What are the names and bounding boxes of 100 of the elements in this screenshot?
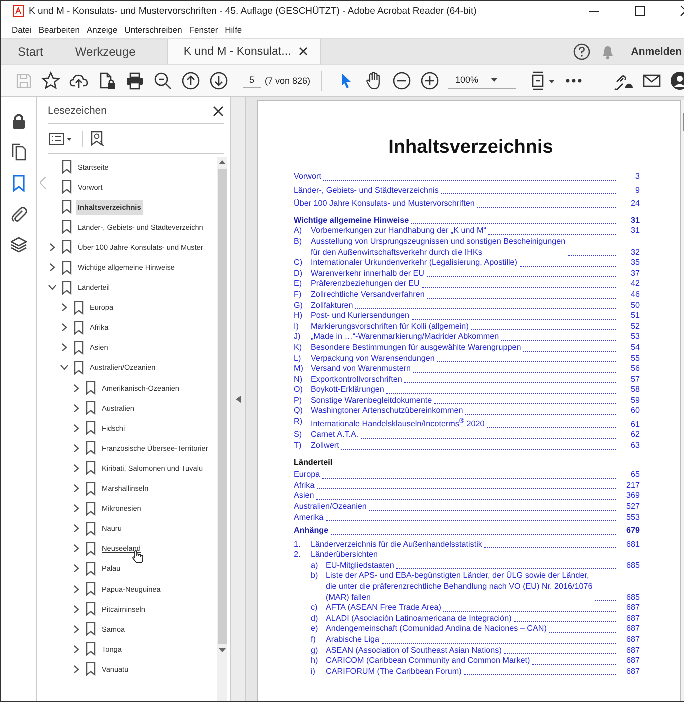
entry-label: e): [311, 624, 320, 636]
entry-label: H): [294, 311, 304, 322]
toc-link[interactable]: Länderübersichten: [311, 550, 378, 561]
page-number-field[interactable]: 5: [243, 73, 261, 88]
menu-item[interactable]: Fenster: [189, 24, 218, 34]
toc-link[interactable]: Internationale Handelsklauseln/Incoterms$^{®}$ 2020: [311, 417, 485, 430]
entry-label: T): [294, 440, 303, 452]
page-number: 58: [630, 385, 640, 396]
page-number: 54: [630, 342, 640, 354]
page-number: 31: [630, 216, 640, 226]
menu-item[interactable]: Bearbeiten: [38, 24, 80, 34]
page-number: 24: [630, 199, 640, 210]
menu-item[interactable]: Anzeige: [86, 24, 118, 34]
menu-item[interactable]: Unterschreiben: [124, 24, 182, 34]
zoom-dropdown[interactable]: 100%: [448, 72, 516, 89]
toc-link[interactable]: Ausstellung von Ursprungszeugnissen und sonstigen Bescheinigungen für den Außenwirtschaftsverkehr durch die IHKs: [311, 236, 566, 258]
tab[interactable]: Werkzeuge: [58, 39, 151, 64]
entry-label: h): [311, 656, 320, 667]
toc-link[interactable]: Arabische Liga: [326, 635, 380, 646]
page-number: 685: [625, 560, 640, 572]
toc-link[interactable]: Über 100 Jahre Konsulats- und Mustervorschriften: [294, 199, 475, 210]
entry-label: N): [294, 374, 304, 386]
tab[interactable]: K und M - Konsulat...: [166, 39, 322, 64]
entry-label: g): [311, 646, 320, 656]
toc-link[interactable]: Vorbemerkungen zur Handhabung der „K und M“: [311, 226, 486, 237]
toc-heading-link[interactable]: Anhänge: [294, 526, 329, 537]
sign-in-link[interactable]: Anmelden: [631, 46, 682, 58]
toc-link[interactable]: Amerika: [294, 512, 324, 524]
toc-link[interactable]: Verpackung von Warensendungen: [311, 354, 435, 364]
toc-link[interactable]: Washingtoner Artenschutzübereinkommen: [311, 406, 464, 418]
toc-link[interactable]: Europa: [294, 470, 320, 481]
toc-link[interactable]: CARIFORUM (The Caribbean Forum): [326, 666, 462, 678]
entry-label: 1.: [294, 540, 302, 550]
toc-link[interactable]: Präferenzbeziehungen der EU: [311, 279, 420, 290]
toc-link[interactable]: Markierungsvorschriften für Kolli (allgemein): [311, 322, 469, 332]
page-number: 31: [630, 226, 640, 237]
entry-label: S): [294, 430, 304, 441]
page-number: 369: [625, 491, 640, 502]
toc-link[interactable]: Internationaler Urkundenverkehr (Legalisierung, Apostille): [311, 258, 518, 269]
toc-link[interactable]: Länder-, Gebiets- und Städteverzeichnis: [294, 186, 439, 196]
menu-item[interactable]: Datei: [12, 24, 32, 34]
toc-link[interactable]: Vorwort: [294, 172, 322, 183]
toc-link[interactable]: ALADI (Asociación Latinoamericana de Integración): [326, 614, 512, 624]
toc-link[interactable]: Andengemeinschaft (Comunidad Andina de Naciones – CAN): [326, 624, 547, 636]
menu-item[interactable]: Hilfe: [225, 24, 242, 34]
entry-label: 2.: [294, 550, 302, 561]
page-number: 62: [630, 430, 640, 441]
toc-link[interactable]: Asien: [294, 491, 314, 502]
page-number: 57: [630, 374, 640, 386]
page-number: 60: [630, 406, 640, 418]
page-number: 553: [625, 512, 640, 524]
toc-link[interactable]: Länderverzeichnis für die Außenhandelsstatistik: [311, 540, 482, 550]
entry-label: P): [294, 396, 304, 406]
entry-label: b): [311, 571, 320, 582]
page-number: 687: [625, 646, 640, 656]
entry-label: G): [294, 300, 304, 312]
page-number: 52: [630, 322, 640, 332]
toc-link[interactable]: Warenverkehr innerhalb der EU: [311, 268, 425, 280]
window-title: K und M - Konsulats- und Mustervorschriften - 45. Auflage (GESCHÜTZT) - Adobe Acrobat Reader (64-bit): [29, 6, 477, 16]
page-number: 527: [625, 502, 640, 512]
toc-link[interactable]: Versand von Warenmustern: [311, 364, 412, 375]
page-number: 63: [630, 440, 640, 452]
entry-label: f): [311, 635, 317, 646]
toc-link[interactable]: Exportkontrollvorschriften: [311, 374, 402, 386]
toc-link[interactable]: CARICOM (Caribbean Community and Common Market): [326, 656, 530, 667]
toc-link[interactable]: ASEAN (Association of Southeast Asian Nations): [326, 646, 502, 656]
page-number: 687: [625, 624, 640, 636]
toc-link[interactable]: EU-Mitgliedstaaten: [326, 560, 394, 572]
page-heading: Inhaltsverzeichnis: [388, 137, 554, 159]
toc-link[interactable]: Zollfakturen: [311, 300, 354, 312]
toc-link[interactable]: „Made in …“-Warenmarkierung/Madrider Abkommen: [311, 332, 500, 343]
tab[interactable]: Start: [1, 39, 58, 64]
toc-link[interactable]: Afrika: [294, 480, 315, 492]
page-number: 687: [625, 603, 640, 614]
toc-link[interactable]: Liste der APS- und EBA-begünstigten Länder, der ÜLG sowie der Länder, die unter die präferenzrechtliche Behandlung nach VO (EU) Nr. 2016/1076 (MAR) fallen: [326, 571, 593, 604]
page-number: 50: [630, 300, 640, 312]
page-number: 681: [625, 540, 640, 550]
page-number: 687: [625, 635, 640, 646]
toc-link[interactable]: Sonstige Warenbegleitdokumente: [311, 396, 432, 406]
toc-link[interactable]: Boykott-Erklärungen: [311, 385, 384, 396]
toc-link[interactable]: Zollrechtliche Versandverfahren: [311, 290, 425, 301]
page-number: 32: [630, 248, 640, 258]
toc-link[interactable]: Australien/Ozeanien: [294, 502, 367, 512]
toc-link[interactable]: AFTA (ASEAN Free Trade Area): [326, 603, 442, 614]
page-number: 35: [630, 258, 640, 269]
entry-label: i): [311, 666, 316, 678]
entry-label: a): [311, 560, 320, 572]
toc-link[interactable]: Carnet A.T.A.: [311, 430, 359, 441]
entry-label: J): [294, 332, 302, 343]
entry-label: c): [311, 603, 319, 614]
page-number: 37: [630, 268, 640, 280]
entry-label: F): [294, 290, 303, 301]
toc-heading-link[interactable]: Wichtige allgemeine Hinweise: [294, 216, 410, 226]
entry-label: I): [294, 322, 300, 332]
toc-link[interactable]: Post- und Kuriersendungen: [311, 311, 410, 322]
page-count: (7 von 826): [265, 76, 311, 86]
page-number: 3: [634, 172, 640, 183]
page-number: 687: [625, 656, 640, 667]
toc-link[interactable]: Zollwert: [311, 440, 340, 452]
toc-link[interactable]: Besondere Bestimmungen für ausgewählte Warengruppen: [311, 342, 522, 354]
